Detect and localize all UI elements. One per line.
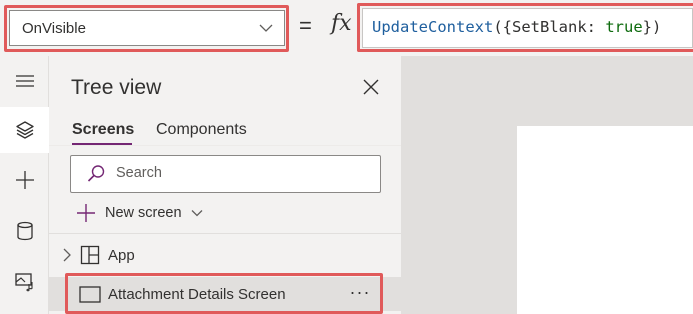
equals-sign: = (299, 13, 312, 38)
search-icon (87, 165, 105, 182)
formula-highlight-box (357, 3, 693, 52)
app-icon (80, 245, 100, 265)
canvas-screen-preview[interactable] (517, 126, 693, 314)
tree-item-app[interactable]: App (49, 236, 401, 274)
screen-row-highlight-box (65, 273, 383, 314)
chevron-down-icon (191, 210, 203, 217)
fx-icon[interactable]: fx (331, 11, 352, 36)
hamburger-menu-button[interactable] (0, 58, 49, 104)
database-icon (16, 221, 33, 241)
tab-screens[interactable]: Screens (72, 121, 134, 139)
property-highlight-box (4, 5, 289, 52)
layers-icon (15, 121, 34, 139)
hamburger-menu-icon (15, 75, 34, 87)
new-screen-label: New screen (105, 205, 182, 221)
plus-icon (15, 171, 34, 189)
data-button[interactable] (0, 208, 49, 254)
panel-title: Tree view (71, 76, 162, 99)
insert-button[interactable] (0, 157, 49, 203)
tree-divider (49, 233, 401, 234)
media-icon (14, 273, 33, 292)
search-box[interactable] (70, 155, 381, 193)
tab-components[interactable]: Components (156, 121, 247, 139)
canvas-area (401, 56, 693, 314)
chevron-right-icon[interactable] (61, 247, 73, 263)
new-screen-button[interactable]: New screen (75, 202, 204, 224)
left-rail (0, 56, 49, 314)
close-icon[interactable] (360, 76, 382, 98)
media-button[interactable] (0, 258, 49, 304)
tab-divider (49, 145, 401, 146)
tree-item-label: App (108, 247, 135, 264)
tree-view-button[interactable] (0, 107, 49, 153)
plus-icon (77, 204, 95, 222)
search-input[interactable] (116, 165, 366, 181)
